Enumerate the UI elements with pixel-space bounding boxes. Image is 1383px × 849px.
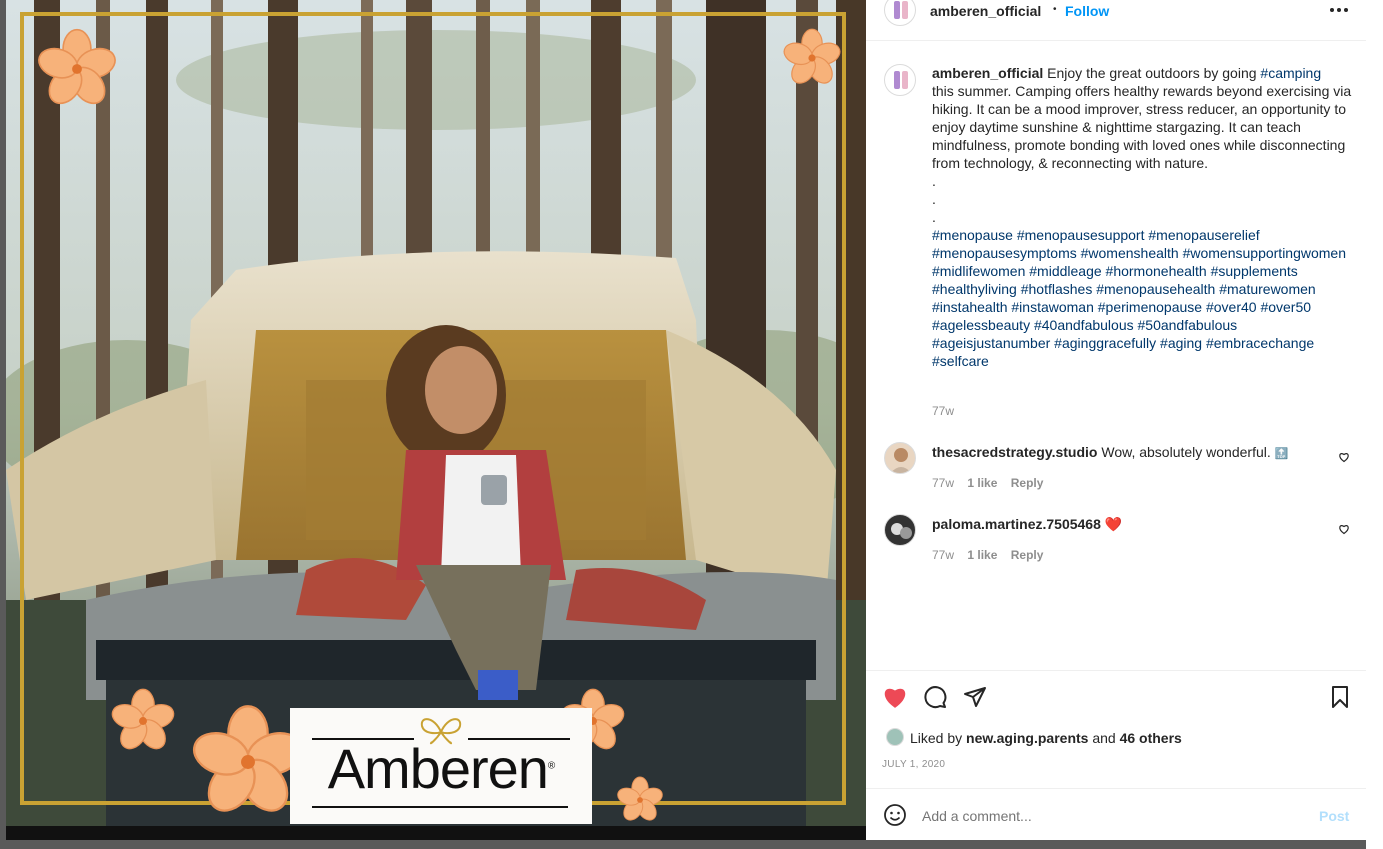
post-detail-panel: amberen_official • Follow amberen_offici… bbox=[866, 0, 1366, 840]
flower-decoration bbox=[38, 28, 116, 105]
comment-reply-button[interactable]: Reply bbox=[1011, 476, 1044, 490]
add-comment-bar: Post bbox=[866, 788, 1366, 841]
comment-item: thesacredstrategy.studio Wow, absolutely… bbox=[932, 443, 1288, 463]
save-bookmark-icon[interactable] bbox=[1328, 685, 1352, 709]
caption-avatar[interactable] bbox=[884, 64, 916, 96]
comment-emoji: ❤️ bbox=[1104, 516, 1123, 532]
likes-mid: and bbox=[1088, 730, 1120, 746]
follow-button[interactable]: Follow bbox=[1065, 3, 1109, 19]
emoji-icon[interactable] bbox=[883, 803, 907, 827]
caption-timestamp[interactable]: 77w bbox=[932, 404, 954, 418]
flower-decoration bbox=[783, 28, 841, 84]
post-caption: amberen_official Enjoy the great outdoor… bbox=[932, 64, 1357, 370]
post-header: amberen_official • Follow bbox=[866, 0, 1366, 41]
post-media[interactable]: Amberen® bbox=[6, 0, 866, 840]
comment-icon[interactable] bbox=[923, 685, 947, 709]
caption-hashtags[interactable]: #menopause #menopausesupport #menopauser… bbox=[932, 227, 1350, 369]
comment-likes[interactable]: 1 like bbox=[967, 548, 997, 562]
comment-like-icon[interactable] bbox=[1338, 451, 1350, 463]
post-actions: Liked by new.aging.parents and 46 others… bbox=[866, 670, 1366, 788]
commenter-avatar[interactable] bbox=[884, 514, 916, 546]
amberen-logo: Amberen® bbox=[290, 708, 592, 824]
comment-input[interactable] bbox=[920, 805, 1304, 827]
likes-summary: Liked by new.aging.parents and 46 others bbox=[910, 730, 1182, 746]
comment-username[interactable]: thesacredstrategy.studio bbox=[932, 444, 1097, 460]
liker-username[interactable]: new.aging.parents bbox=[966, 730, 1088, 746]
comment-item: paloma.martinez.7505468 ❤️ bbox=[932, 515, 1122, 533]
comment-likes[interactable]: 1 like bbox=[967, 476, 997, 490]
header-separator: • bbox=[1053, 4, 1057, 15]
caption-body: this summer. Camping offers healthy rewa… bbox=[932, 83, 1352, 225]
post-comment-button[interactable]: Post bbox=[1319, 808, 1349, 824]
comment-meta: 77w 1 like Reply bbox=[932, 476, 1043, 490]
author-username[interactable]: amberen_official bbox=[930, 3, 1041, 19]
comment-time[interactable]: 77w bbox=[932, 548, 954, 562]
logo-rule-bottom bbox=[312, 806, 568, 808]
flower-decoration bbox=[111, 688, 175, 750]
comment-text: Wow, absolutely wonderful. bbox=[1101, 444, 1271, 460]
author-avatar[interactable] bbox=[884, 0, 916, 26]
like-heart-icon[interactable] bbox=[882, 685, 908, 709]
likes-prefix: Liked by bbox=[910, 730, 967, 746]
more-options-icon[interactable] bbox=[1330, 8, 1348, 12]
gold-frame bbox=[20, 12, 846, 805]
scrollbar-gutter bbox=[1366, 0, 1383, 849]
caption-text: Enjoy the great outdoors by going bbox=[1043, 65, 1261, 81]
share-icon[interactable] bbox=[963, 685, 987, 709]
commenter-avatar[interactable] bbox=[884, 442, 916, 474]
flower-decoration bbox=[192, 705, 304, 812]
comment-username[interactable]: paloma.martinez.7505468 bbox=[932, 516, 1101, 532]
logo-wordmark: Amberen® bbox=[327, 737, 556, 800]
comment-meta: 77w 1 like Reply bbox=[932, 548, 1043, 562]
comment-emoji: 🔝 bbox=[1274, 448, 1289, 460]
caption-username[interactable]: amberen_official bbox=[932, 65, 1043, 81]
post-date[interactable]: JULY 1, 2020 bbox=[882, 759, 945, 770]
caption-hashtag-link[interactable]: #camping bbox=[1260, 65, 1321, 81]
flower-decoration bbox=[617, 776, 663, 821]
liker-avatar[interactable] bbox=[886, 728, 904, 746]
comment-like-icon[interactable] bbox=[1338, 523, 1350, 535]
likes-others-link[interactable]: 46 others bbox=[1120, 730, 1182, 746]
comment-time[interactable]: 77w bbox=[932, 476, 954, 490]
comment-reply-button[interactable]: Reply bbox=[1011, 548, 1044, 562]
